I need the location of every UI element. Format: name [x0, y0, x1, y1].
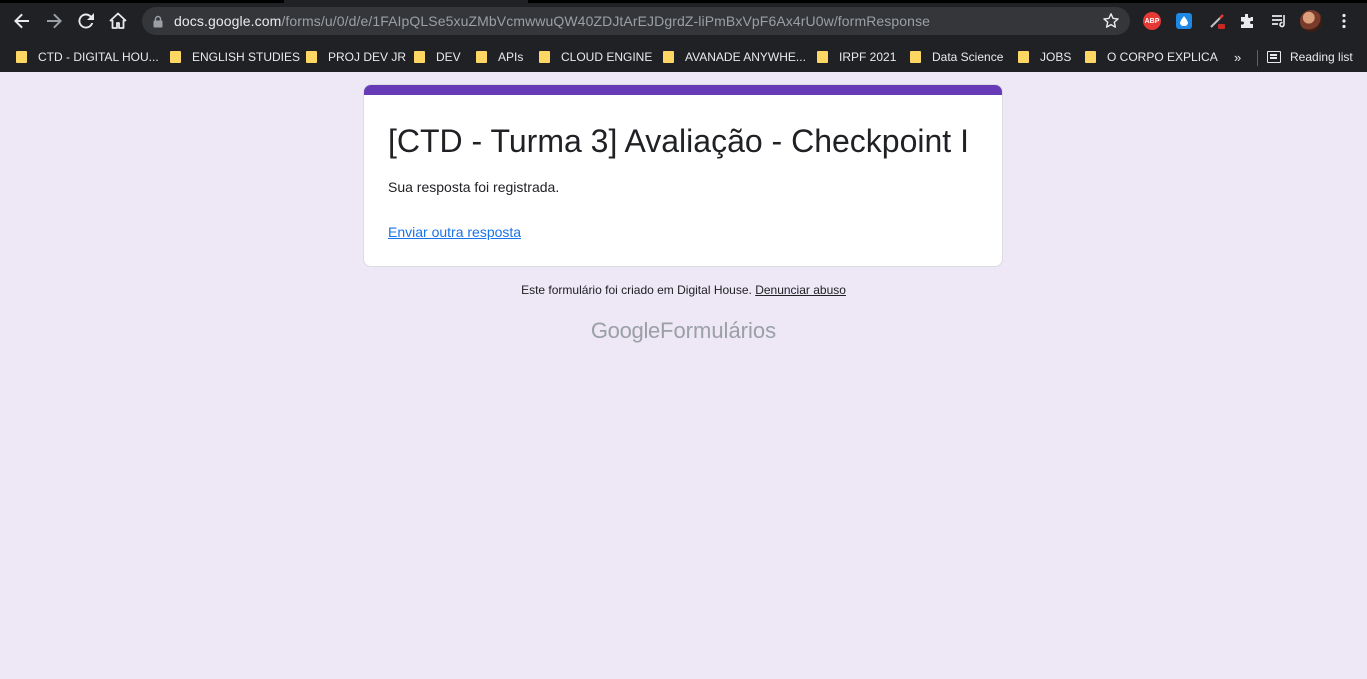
bookmarks-divider: [1257, 50, 1258, 66]
back-icon[interactable]: [10, 9, 34, 33]
folder-icon: [663, 51, 674, 63]
form-response-card: [CTD - Turma 3] Avaliação - Checkpoint I…: [363, 84, 1003, 267]
folder-icon: [414, 51, 425, 63]
bookmark-irpf-2021[interactable]: IRPF 2021: [817, 42, 896, 72]
folder-icon: [476, 51, 487, 63]
home-icon[interactable]: [106, 9, 130, 33]
bookmark-ctd-digital-house[interactable]: CTD - DIGITAL HOU...: [16, 42, 159, 72]
url-path: /forms/u/0/d/e/1FAIpQLSe5xuZMbVcmwwuQW40…: [281, 13, 931, 29]
folder-icon: [539, 51, 550, 63]
bookmark-label: PROJ DEV JR: [328, 50, 407, 64]
form-footer: Este formulário foi criado em Digital Ho…: [0, 283, 1367, 297]
bookmark-label: IRPF 2021: [839, 50, 897, 64]
media-queue-icon[interactable]: [1268, 10, 1290, 32]
form-title: [CTD - Turma 3] Avaliação - Checkpoint I: [388, 123, 969, 159]
bookmarks-bar: CTD - DIGITAL HOU... ENGLISH STUDIES PRO…: [0, 42, 1367, 72]
bookmark-label: APIs: [498, 50, 524, 64]
url-domain: docs.google.com: [174, 13, 282, 29]
bookmark-label: Data Science: [932, 50, 1004, 64]
bookmark-star-icon[interactable]: [1102, 12, 1120, 35]
bookmark-jobs[interactable]: JOBS: [1018, 42, 1071, 72]
reading-list-icon: [1267, 51, 1281, 63]
brand-product: Formulários: [660, 318, 777, 343]
browser-menu-icon[interactable]: [1333, 10, 1355, 32]
folder-icon: [306, 51, 317, 63]
profile-avatar[interactable]: [1300, 10, 1322, 32]
bookmark-label: CTD - DIGITAL HOU...: [38, 50, 159, 64]
extensions-puzzle-icon[interactable]: [1236, 10, 1258, 32]
created-in-text: Este formulário foi criado em Digital Ho…: [521, 283, 752, 297]
response-recorded-message: Sua resposta foi registrada.: [388, 179, 560, 195]
color-picker-extension-icon[interactable]: [1206, 10, 1228, 32]
lock-icon[interactable]: [153, 14, 165, 28]
browser-toolbar: docs.google.com/forms/u/0/d/e/1FAIpQLSe5…: [0, 0, 1367, 42]
bookmark-label: DEV: [436, 50, 461, 64]
bookmark-english-studies[interactable]: ENGLISH STUDIES: [170, 42, 300, 72]
bookmark-cloud-engine[interactable]: CLOUD ENGINE: [539, 42, 652, 72]
address-bar[interactable]: docs.google.com/forms/u/0/d/e/1FAIpQLSe5…: [142, 7, 1130, 35]
brand-google: Google: [590, 318, 660, 343]
water-drop-extension-icon[interactable]: [1173, 10, 1195, 32]
bookmark-apis[interactable]: APIs: [476, 42, 523, 72]
folder-icon: [1018, 51, 1029, 63]
send-another-response-link[interactable]: Enviar outra resposta: [388, 224, 521, 240]
adblock-label: ABP: [1143, 12, 1161, 30]
report-abuse-link[interactable]: Denunciar abuso: [755, 283, 846, 297]
tab-strip-edge: [0, 0, 284, 3]
more-bookmarks-chevron-icon[interactable]: »: [1234, 42, 1241, 72]
bookmark-o-corpo-explica[interactable]: O CORPO EXPLICA: [1085, 42, 1218, 72]
card-accent-bar: [364, 85, 1002, 95]
bookmark-label: O CORPO EXPLICA: [1107, 50, 1218, 64]
folder-icon: [910, 51, 921, 63]
bookmark-label: AVANADE ANYWHE...: [685, 50, 806, 64]
google-forms-logo[interactable]: GoogleFormulários: [0, 318, 1367, 344]
forward-icon[interactable]: [42, 9, 66, 33]
tab-strip-edge: [528, 0, 1367, 3]
adblock-extension-icon[interactable]: ABP: [1141, 10, 1163, 32]
bookmark-label: ENGLISH STUDIES: [192, 50, 301, 64]
bookmark-proj-dev-jr[interactable]: PROJ DEV JR: [306, 42, 406, 72]
url-text: docs.google.com/forms/u/0/d/e/1FAIpQLSe5…: [174, 13, 930, 29]
folder-icon: [817, 51, 828, 63]
reading-list-label: Reading list: [1290, 50, 1353, 64]
bookmark-dev[interactable]: DEV: [414, 42, 461, 72]
reload-icon[interactable]: [74, 9, 98, 33]
folder-icon: [16, 51, 27, 63]
bookmark-avanade-anywhere[interactable]: AVANADE ANYWHE...: [663, 42, 806, 72]
reading-list-button[interactable]: Reading list: [1267, 42, 1353, 72]
bookmark-label: JOBS: [1040, 50, 1072, 64]
folder-icon: [1085, 51, 1096, 63]
bookmark-label: CLOUD ENGINE: [561, 50, 653, 64]
bookmark-data-science[interactable]: Data Science: [910, 42, 1003, 72]
folder-icon: [170, 51, 181, 63]
